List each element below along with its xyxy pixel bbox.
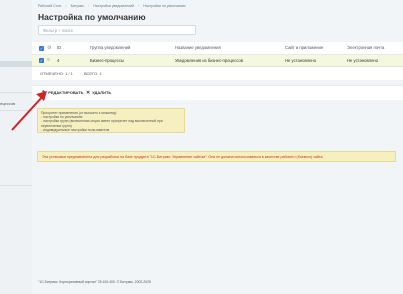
- delete-button-label: УДАЛИТЬ: [92, 90, 112, 95]
- table-row[interactable]: ✓ ≡ 4 Бизнес-процессы Уведомления из биз…: [32, 55, 403, 67]
- left-sidebar: ецессов: [0, 0, 32, 294]
- close-icon: ✕: [86, 90, 91, 96]
- selected-count: ОТМЕЧЕНО: 1 / 1: [40, 71, 73, 76]
- action-panel: ✎ РЕДАКТИРОВАТЬ ✕ УДАЛИТЬ: [32, 85, 403, 100]
- column-email[interactable]: Электронная почта: [347, 42, 384, 54]
- row-id: 4: [57, 58, 60, 63]
- sidebar-item-label[interactable]: ецессов: [0, 101, 15, 106]
- priority-note: Приоритет применения (от высшего к низше…: [37, 108, 185, 133]
- search-input[interactable]: Фильтр + поиск: [38, 25, 196, 35]
- sidebar-divider: [0, 185, 32, 186]
- breadcrumb-separator: ›: [65, 4, 67, 8]
- row-group: Бизнес-процессы: [90, 58, 124, 63]
- breadcrumb-separator: ›: [88, 4, 90, 8]
- dev-warning: Эта установка предназначена для разработ…: [37, 151, 396, 162]
- sidebar-divider: [0, 110, 32, 111]
- row-email: Не установлено: [347, 58, 379, 63]
- page-title: Настройка по умолчанию: [38, 12, 146, 22]
- breadcrumb: Рабочий Стол › Битрикс › Настройки уведомлен…: [38, 4, 186, 8]
- row-name: Уведомления из бизнес-процессов: [175, 58, 243, 63]
- delete-button[interactable]: ✕ УДАЛИТЬ: [86, 89, 111, 97]
- breadcrumb-item[interactable]: Настройки уведомлений: [93, 4, 134, 8]
- select-all-checkbox[interactable]: ✓: [39, 46, 44, 51]
- breadcrumb-item[interactable]: Рабочий Стол: [38, 4, 61, 8]
- star-icon[interactable]: ☆: [133, 13, 139, 21]
- total-count: ВСЕГО: 1: [84, 71, 102, 76]
- row-menu-icon[interactable]: ≡: [47, 57, 50, 63]
- footer-copyright: "1С-Битрикс: Корпоративный портал" 25.10…: [38, 280, 151, 284]
- breadcrumb-item: Настройки по умолчанию: [143, 4, 186, 8]
- sidebar-active-item[interactable]: [0, 61, 32, 67]
- sidebar-divider: [0, 92, 32, 93]
- row-checkbox[interactable]: ✓: [39, 58, 44, 63]
- breadcrumb-item[interactable]: Битрикс: [71, 4, 84, 8]
- edit-button-label: РЕДАКТИРОВАТЬ: [48, 90, 84, 95]
- column-group[interactable]: Группа уведомлений: [90, 42, 130, 54]
- breadcrumb-separator: ›: [138, 4, 140, 8]
- edit-button[interactable]: ✎ РЕДАКТИРОВАТЬ: [42, 89, 84, 97]
- column-name[interactable]: Название уведомления: [175, 42, 221, 54]
- note-line: - индивидуальные настройки пользователя: [41, 127, 110, 132]
- note-line: - настройки групп (включенная опция имее…: [41, 119, 163, 128]
- pencil-icon: ✎: [42, 90, 47, 96]
- row-site: Не установлено: [285, 58, 317, 63]
- gear-icon[interactable]: ⚙: [47, 45, 51, 51]
- table-header: ✓ ⚙ ID Группа уведомлений Название уведо…: [32, 42, 403, 55]
- column-id[interactable]: ID: [57, 42, 61, 54]
- column-site[interactable]: Сайт и приложение: [285, 42, 323, 54]
